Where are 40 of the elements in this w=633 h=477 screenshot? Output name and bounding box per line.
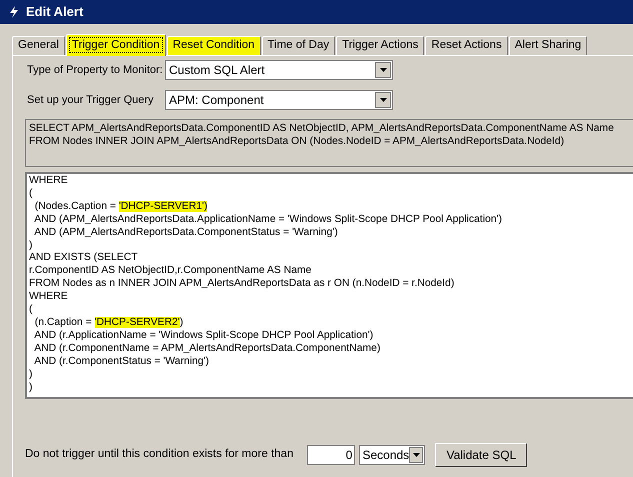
query-line: SELECT APM_AlertsAndReportsData.ComponentID AS NetObjectID, APM_AlertsAndReportsData.ComponentName AS Name xyxy=(29,122,615,135)
query-line: (n.Caption = 'DHCP-SERVER2') xyxy=(34,316,184,330)
dropdown[interactable]: APM: Component xyxy=(165,90,393,110)
field-label: Set up your Trigger Query xyxy=(26,92,155,108)
query-line: ) xyxy=(29,368,34,382)
query-line: (Nodes.Caption = 'DHCP-SERVER1') xyxy=(34,200,208,214)
query-line: ( xyxy=(29,188,34,201)
tab[interactable]: Reset Condition xyxy=(166,36,261,55)
tab[interactable]: Trigger Condition xyxy=(66,34,166,56)
caret-icon xyxy=(409,447,424,463)
unit-dropdown[interactable]: Seconds xyxy=(359,445,426,465)
window-title: Edit Alert xyxy=(26,3,84,22)
query-line: AND (r.ComponentName = APM_AlertsAndReportsData.ComponentName) xyxy=(33,342,382,356)
caret-icon xyxy=(375,92,391,108)
query-line: FROM Nodes as n INNER JOIN APM_AlertsAndReportsData as r ON (n.NodeID = r.NodeId) xyxy=(29,278,456,292)
tab[interactable]: Time of Day xyxy=(262,36,336,55)
validate-button[interactable]: Validate SQL xyxy=(435,443,528,467)
query-editor[interactable] xyxy=(25,172,633,399)
query-line: FROM Nodes INNER JOIN APM_AlertsAndReportsData ON (Nodes.NodeID = APM_AlertsAndReportsData.NodeId) xyxy=(29,135,566,148)
tab[interactable]: Trigger Actions xyxy=(336,36,424,55)
field-label: Type of Property to Monitor: xyxy=(26,62,164,78)
duration-input[interactable]: 0 xyxy=(307,445,356,465)
query-line: ) xyxy=(29,240,34,252)
tab[interactable]: General xyxy=(12,36,65,55)
duration-label: Do not trigger until this condition exists for more than xyxy=(25,447,294,462)
query-line: ) xyxy=(29,382,34,394)
tab[interactable]: Alert Sharing xyxy=(508,36,588,55)
query-line: r.ComponentID AS NetObjectID,r.ComponentName AS Name xyxy=(29,265,312,278)
caret-icon xyxy=(375,62,391,78)
query-line: ( xyxy=(29,304,34,317)
query-line: AND (APM_AlertsAndReportsData.ApplicationName = 'Windows Split-Scope DHCP Pool Application') xyxy=(33,214,504,227)
query-line: AND EXISTS (SELECT xyxy=(29,252,139,266)
dropdown[interactable]: Custom SQL Alert xyxy=(165,60,393,80)
query-line: AND (r.ApplicationName = 'Windows Split-Scope DHCP Pool Application') xyxy=(33,330,374,343)
query-line: AND (r.ComponentStatus = 'Warning') xyxy=(33,356,210,369)
tab[interactable]: Reset Actions xyxy=(425,36,508,55)
query-line: WHERE xyxy=(29,291,69,304)
query-line: WHERE xyxy=(29,175,69,188)
app-icon xyxy=(8,6,20,18)
query-line: AND (APM_AlertsAndReportsData.ComponentStatus = 'Warning') xyxy=(33,226,339,240)
